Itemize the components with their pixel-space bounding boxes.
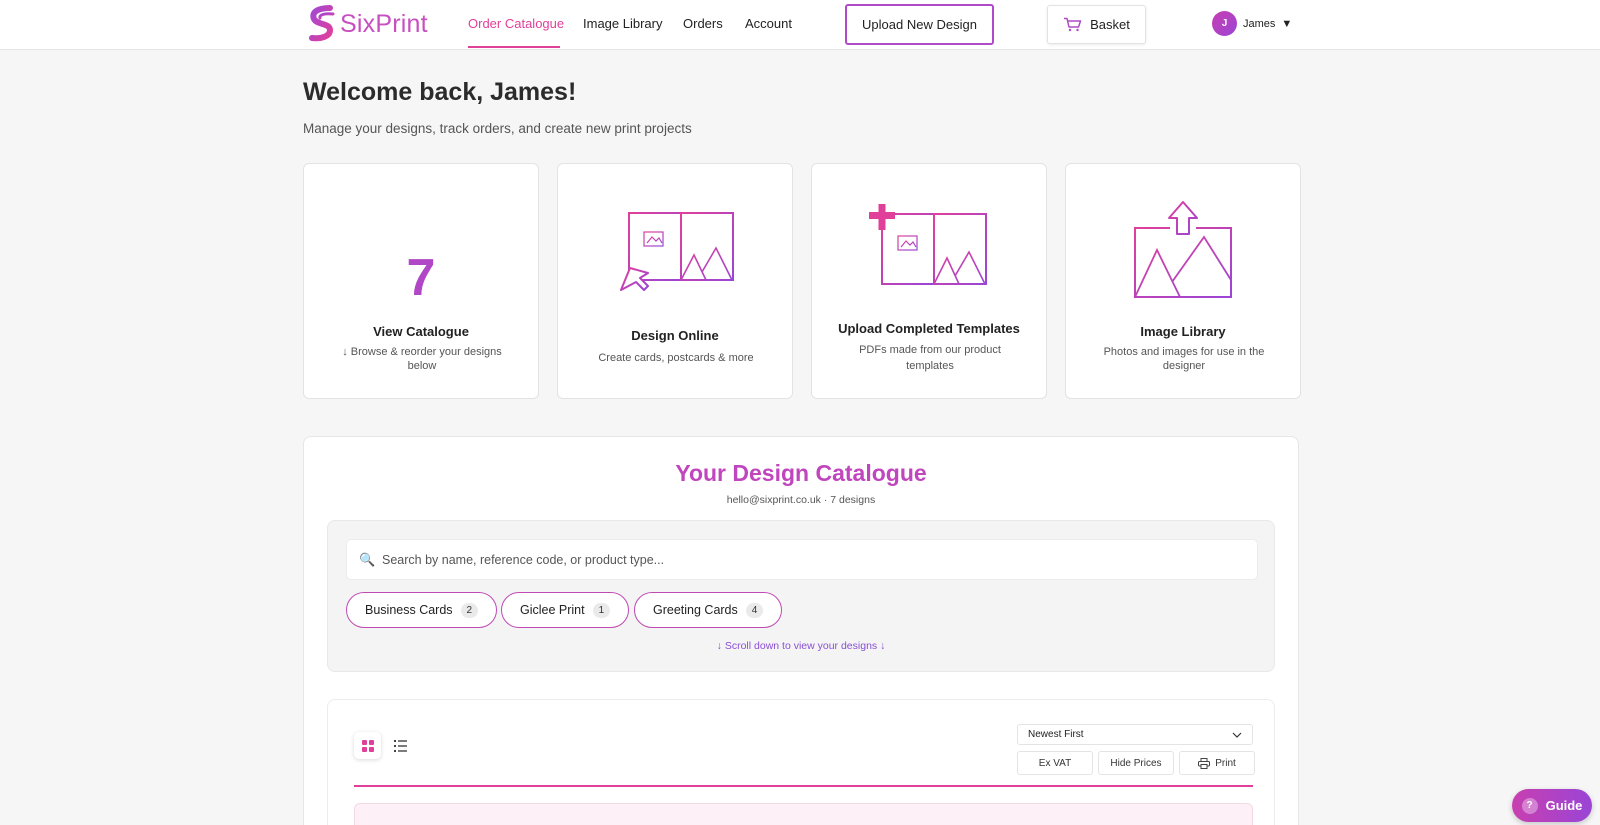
printer-icon xyxy=(1198,757,1211,769)
sort-value: Newest First xyxy=(1028,729,1084,740)
top-nav: SixPrint Order Catalogue Image Library O… xyxy=(0,0,1600,50)
sixprint-logo-icon xyxy=(309,5,335,42)
chip-label: Giclee Print xyxy=(520,603,585,617)
card-description: Create cards, postcards & more xyxy=(598,352,754,364)
view-toggle xyxy=(354,732,414,759)
design-count: 7 xyxy=(406,249,436,307)
chip-count: 2 xyxy=(460,602,479,618)
list-view-button[interactable] xyxy=(387,732,414,759)
catalogue-title: Your Design Catalogue xyxy=(675,460,927,486)
ex-vat-button[interactable]: Ex VAT xyxy=(1017,751,1093,775)
list-item[interactable] xyxy=(354,803,1253,825)
print-label: Print xyxy=(1215,757,1236,769)
search-input[interactable] xyxy=(382,540,1242,579)
avatar: J xyxy=(1212,11,1237,36)
divider xyxy=(354,785,1253,787)
brand-logo[interactable]: SixPrint xyxy=(308,5,428,43)
cart-icon xyxy=(1064,17,1082,32)
card-image-library[interactable]: Image Library Photos and images for use … xyxy=(1065,163,1301,399)
chip-count: 4 xyxy=(745,602,764,618)
scroll-hint: ↓ Scroll down to view your designs ↓ xyxy=(716,640,886,652)
list-icon xyxy=(394,739,407,752)
card-upload-templates[interactable]: Upload Completed Templates PDFs made fro… xyxy=(811,163,1047,399)
brand-name: SixPrint xyxy=(340,9,428,38)
filter-section: 🔍 Business Cards 2 Giclee Print 1 Greeti… xyxy=(327,520,1275,672)
card-description: ↓ Browse & reorder your designs below xyxy=(342,346,502,373)
print-button[interactable]: Print xyxy=(1179,751,1255,775)
card-title: Image Library xyxy=(1140,324,1226,339)
chip-label: Greeting Cards xyxy=(653,603,738,617)
help-icon: ? xyxy=(1521,797,1538,814)
search-icon: 🔍 xyxy=(359,552,376,567)
chevron-down-icon: ▼ xyxy=(1281,17,1293,30)
hide-prices-button[interactable]: Hide Prices xyxy=(1098,751,1174,775)
nav-account[interactable]: Account xyxy=(745,16,792,31)
search-bar: 🔍 xyxy=(346,539,1258,580)
card-title: View Catalogue xyxy=(373,324,469,339)
chip-label: Business Cards xyxy=(365,603,453,617)
guide-label: Guide xyxy=(1545,798,1583,813)
nav-order-catalogue[interactable]: Order Catalogue xyxy=(468,16,564,31)
image-upload-icon xyxy=(1134,201,1232,298)
design-list: Newest First Ex VAT Hide Prices Print xyxy=(327,699,1275,825)
card-view-catalogue[interactable]: 7 View Catalogue ↓ Browse & reorder your… xyxy=(303,163,539,399)
filter-chip-giclee-print[interactable]: Giclee Print 1 xyxy=(501,592,630,628)
sort-select[interactable]: Newest First xyxy=(1017,724,1253,745)
card-description: Photos and images for use in the designe… xyxy=(1103,346,1265,373)
upload-new-design-button[interactable]: Upload New Design xyxy=(845,4,994,45)
card-design-online[interactable]: Design Online Create cards, postcards & … xyxy=(557,163,793,399)
user-name: James xyxy=(1243,17,1276,30)
card-title: Design Online xyxy=(631,328,719,343)
design-catalogue-panel: Your Design Catalogue hello@sixprint.co.… xyxy=(303,436,1299,825)
nav-image-library[interactable]: Image Library xyxy=(583,16,662,31)
design-online-icon xyxy=(620,212,734,291)
upload-templates-icon xyxy=(869,204,987,285)
page-title: Welcome back, James! xyxy=(303,78,577,106)
basket-button[interactable]: Basket xyxy=(1047,5,1146,44)
chevron-down-icon xyxy=(1232,732,1242,738)
grid-icon xyxy=(361,739,374,752)
active-tab-indicator xyxy=(468,46,560,48)
guide-button[interactable]: ? Guide xyxy=(1512,789,1592,822)
catalogue-subtitle: hello@sixprint.co.uk · 7 designs xyxy=(726,494,876,506)
grid-view-button[interactable] xyxy=(354,732,381,759)
page-subtitle: Manage your designs, track orders, and c… xyxy=(303,121,692,136)
filter-chip-business-cards[interactable]: Business Cards 2 xyxy=(346,592,498,628)
card-description: PDFs made from our product templates xyxy=(859,344,1001,372)
filter-chip-greeting-cards[interactable]: Greeting Cards 4 xyxy=(634,592,783,628)
nav-orders[interactable]: Orders xyxy=(683,16,723,31)
basket-label: Basket xyxy=(1090,17,1130,32)
card-title: Upload Completed Templates xyxy=(838,321,1020,336)
chip-count: 1 xyxy=(592,602,611,618)
user-menu[interactable]: J James ▼ xyxy=(1212,11,1292,36)
